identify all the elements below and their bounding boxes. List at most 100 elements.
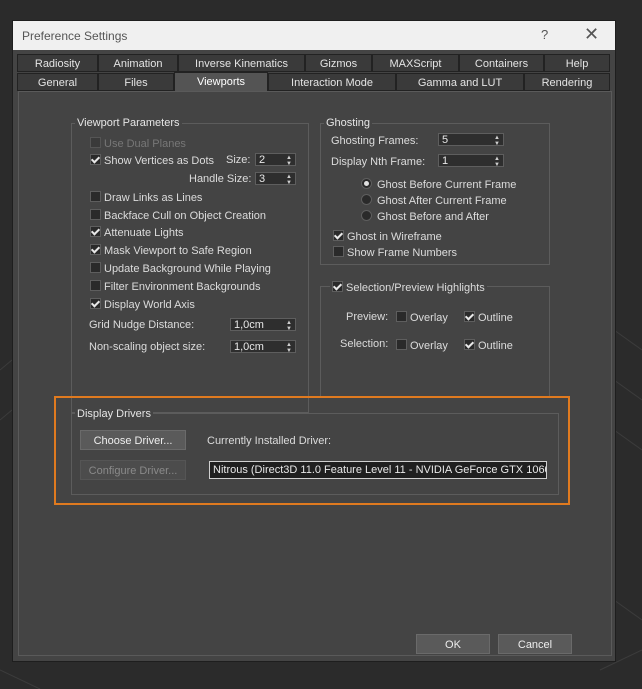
tab-radiosity[interactable]: Radiosity: [17, 54, 98, 72]
checkbox-label: Use Dual Planes: [104, 138, 186, 150]
tab-maxscript[interactable]: MAXScript: [372, 54, 459, 72]
spinner-value: 3: [259, 173, 266, 185]
spinner-value: 1: [442, 155, 449, 167]
draw-links-checkbox[interactable]: Draw Links as Lines: [90, 191, 202, 204]
radio-label: Ghost Before and After: [377, 211, 489, 223]
spinner-arrows-icon[interactable]: ▲ ▼: [286, 154, 292, 167]
ghost-after-radio[interactable]: Ghost After Current Frame: [361, 194, 507, 207]
spinner-arrows-icon[interactable]: ▲ ▼: [494, 134, 500, 147]
selection-outline-checkbox[interactable]: Outline: [464, 339, 513, 352]
tab-general[interactable]: General: [17, 73, 98, 91]
ghost-in-wireframe-checkbox[interactable]: Ghost in Wireframe: [333, 230, 442, 243]
checkbox-box: [90, 226, 101, 237]
checkbox-label: Overlay: [410, 340, 448, 352]
checkbox-box: [90, 209, 101, 220]
close-icon[interactable]: ✕: [584, 24, 599, 45]
tab-viewports[interactable]: Viewports: [174, 72, 268, 92]
tab-files[interactable]: Files: [98, 73, 174, 91]
checkbox-label: Display World Axis: [104, 299, 195, 311]
tab-rendering[interactable]: Rendering: [524, 73, 610, 91]
checkbox-box: [90, 262, 101, 273]
spinner-arrows-icon[interactable]: ▲ ▼: [286, 173, 292, 186]
checkbox-label: Outline: [478, 340, 513, 352]
radio-dot: [361, 194, 372, 205]
checkbox-label: Show Vertices as Dots: [104, 155, 215, 167]
show-vertices-checkbox[interactable]: Show Vertices as Dots: [90, 154, 214, 167]
checkbox-box: [332, 281, 343, 292]
use-dual-planes-checkbox[interactable]: Use Dual Planes: [90, 137, 186, 150]
tab-animation[interactable]: Animation: [98, 54, 178, 72]
checkbox-box: [90, 298, 101, 309]
attenuate-lights-checkbox[interactable]: Attenuate Lights: [90, 226, 184, 239]
show-frame-numbers-checkbox[interactable]: Show Frame Numbers: [333, 246, 457, 259]
selection-overlay-checkbox[interactable]: Overlay: [396, 339, 448, 352]
tab-help[interactable]: Help: [544, 54, 610, 72]
radio-label: Ghost After Current Frame: [377, 195, 507, 207]
nonscaling-label: Non-scaling object size:: [89, 341, 206, 353]
nonscaling-spinner[interactable]: 1,0cm ▲ ▼: [230, 340, 296, 354]
preview-overlay-checkbox[interactable]: Overlay: [396, 311, 448, 324]
title-bar: Preference Settings ? ✕: [13, 21, 615, 50]
radio-dot: [361, 210, 372, 221]
tab-interaction-mode[interactable]: Interaction Mode: [268, 73, 396, 91]
checkbox-box: [90, 137, 101, 148]
spinner-arrows-icon[interactable]: ▲ ▼: [494, 155, 500, 168]
checkbox-box: [90, 191, 101, 202]
preview-outline-checkbox[interactable]: Outline: [464, 311, 513, 324]
checkbox-label: Ghost in Wireframe: [347, 231, 442, 243]
handle-size-spinner[interactable]: 3 ▲ ▼: [255, 172, 296, 186]
checkbox-box: [464, 311, 475, 322]
radio-dot: [361, 178, 372, 189]
ghosting-frames-label: Ghosting Frames:: [331, 135, 419, 147]
backface-cull-checkbox[interactable]: Backface Cull on Object Creation: [90, 209, 266, 222]
display-nth-frame-label: Display Nth Frame:: [331, 156, 426, 168]
display-nth-frame-spinner[interactable]: 1 ▲ ▼: [438, 154, 504, 168]
checkbox-box: [90, 154, 101, 165]
tab-gamma-and-lut[interactable]: Gamma and LUT: [396, 73, 524, 91]
checkbox-label: Filter Environment Backgrounds: [104, 281, 261, 293]
ok-button[interactable]: OK: [416, 634, 490, 654]
size-label: Size:: [226, 154, 251, 166]
checkbox-label: Outline: [478, 312, 513, 324]
spinner-value: 2: [259, 154, 266, 166]
checkbox-box: [90, 280, 101, 291]
cancel-button[interactable]: Cancel: [498, 634, 572, 654]
checkbox-box: [464, 339, 475, 350]
ghosting-frames-spinner[interactable]: 5 ▲ ▼: [438, 133, 504, 147]
spinner-arrows-icon[interactable]: ▲ ▼: [286, 319, 292, 332]
window-title: Preference Settings: [22, 29, 128, 43]
checkbox-label: Update Background While Playing: [104, 263, 271, 275]
update-background-checkbox[interactable]: Update Background While Playing: [90, 262, 271, 275]
grid-nudge-spinner[interactable]: 1,0cm ▲ ▼: [230, 318, 296, 332]
grid-nudge-label: Grid Nudge Distance:: [89, 319, 195, 331]
ghost-before-and-after-radio[interactable]: Ghost Before and After: [361, 210, 489, 223]
handle-size-label: Handle Size:: [189, 173, 252, 185]
spinner-value: 5: [442, 134, 449, 146]
preview-label: Preview:: [346, 311, 389, 323]
checkbox-label: Show Frame Numbers: [347, 247, 458, 259]
tab-containers[interactable]: Containers: [459, 54, 544, 72]
selection-label: Selection:: [340, 338, 389, 350]
preference-settings-dialog: Preference Settings ? ✕ Radiosity Animat…: [12, 20, 616, 662]
checkbox-box: [333, 230, 344, 241]
checkbox-box: [90, 244, 101, 255]
checkbox-label: Selection/Preview Highlights: [346, 282, 485, 294]
checkbox-box: [396, 311, 407, 322]
display-drivers-highlight: [54, 396, 570, 505]
filter-env-checkbox[interactable]: Filter Environment Backgrounds: [90, 280, 261, 293]
ghosting-label: Ghosting: [324, 117, 373, 129]
ghost-before-radio[interactable]: Ghost Before Current Frame: [361, 178, 516, 191]
checkbox-label: Draw Links as Lines: [104, 192, 203, 204]
mask-viewport-checkbox[interactable]: Mask Viewport to Safe Region: [90, 244, 252, 257]
checkbox-label: Backface Cull on Object Creation: [104, 210, 267, 222]
display-world-axis-checkbox[interactable]: Display World Axis: [90, 298, 195, 311]
selection-highlights-checkbox[interactable]: Selection/Preview Highlights: [330, 281, 487, 294]
tab-inverse-kinematics[interactable]: Inverse Kinematics: [178, 54, 305, 72]
size-spinner[interactable]: 2 ▲ ▼: [255, 153, 296, 167]
checkbox-label: Attenuate Lights: [104, 227, 184, 239]
help-icon[interactable]: ?: [541, 27, 548, 42]
tab-gizmos[interactable]: Gizmos: [305, 54, 372, 72]
viewport-parameters-label: Viewport Parameters: [75, 117, 182, 129]
spinner-value: 1,0cm: [234, 319, 264, 331]
spinner-arrows-icon[interactable]: ▲ ▼: [286, 341, 292, 354]
